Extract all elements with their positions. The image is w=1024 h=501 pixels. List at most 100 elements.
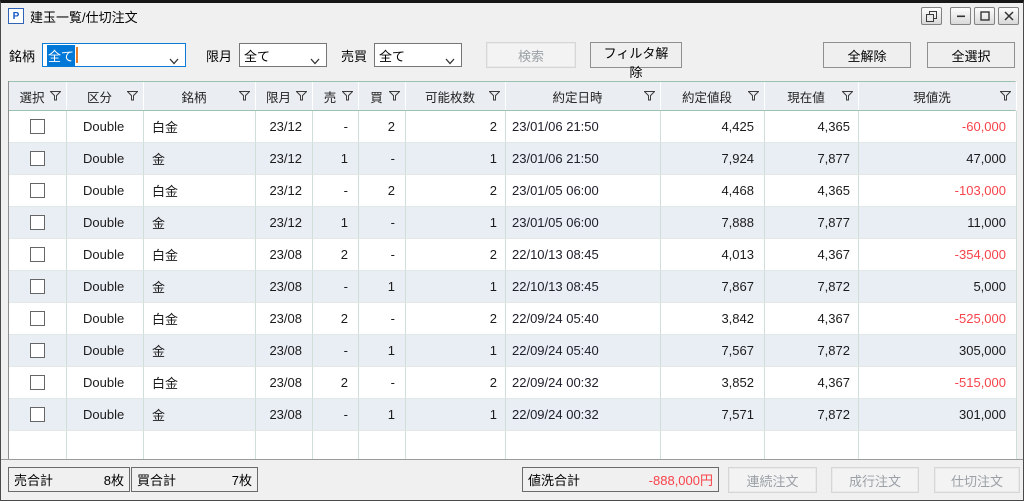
cell-buy: - [359, 239, 406, 271]
text-caret [76, 47, 79, 63]
filter-icon [489, 91, 500, 101]
table-row[interactable]: Double 白金 23/12-2 2 23/01/05 06:00 4,468 4,365… [9, 175, 1017, 207]
row-checkbox[interactable] [30, 311, 45, 326]
table-row[interactable]: Double 白金 23/08 2-2 22/09/24 05:40 3,842 4,367… [9, 303, 1017, 335]
table-row[interactable]: Double 金 23/12 1-1 23/01/05 06:00 7,888 7,877 1… [9, 207, 1017, 239]
column-header-sell[interactable]: 売 [313, 82, 359, 110]
column-header-kubun[interactable]: 区分 [67, 82, 144, 110]
cell-current: 4,365 [765, 175, 859, 207]
buy-total-value: 7枚 [231, 473, 252, 488]
search-button[interactable]: 検索 [486, 42, 577, 68]
duplicate-window-icon[interactable] [921, 7, 942, 25]
window-buttons [921, 7, 1019, 25]
cell-current: 4,365 [765, 111, 859, 143]
side-select[interactable]: 全て [374, 43, 463, 67]
column-header-pl[interactable]: 現値洗 [859, 82, 1017, 110]
cell-meigara: 金 [144, 207, 256, 239]
cell-sell: 1 [313, 207, 359, 239]
minimize-icon[interactable] [950, 7, 971, 25]
cell-sell: 2 [313, 303, 359, 335]
buy-total-box: 買合計 7枚 [131, 467, 258, 492]
row-checkbox[interactable] [30, 343, 45, 358]
month-select[interactable]: 全て [239, 43, 328, 67]
cell-sell: 2 [313, 367, 359, 399]
cell-qty: 2 [406, 111, 506, 143]
cell-price: 7,567 [661, 335, 765, 367]
row-checkbox[interactable] [30, 183, 45, 198]
sell-total-value: 8枚 [103, 473, 124, 488]
column-header-datetime[interactable]: 約定日時 [506, 82, 661, 110]
column-header-qty[interactable]: 可能枚数 [406, 82, 506, 110]
close-order-button[interactable]: 仕切注文 [934, 467, 1020, 493]
cell-qty: 2 [406, 367, 506, 399]
cell-select [9, 271, 67, 303]
deselect-all-button[interactable]: 全解除 [823, 42, 911, 68]
cell-kubun: Double [67, 367, 144, 399]
cell-qty: 1 [406, 399, 506, 431]
cell-buy: - [359, 303, 406, 335]
column-header-price[interactable]: 約定値段 [661, 82, 765, 110]
table-row[interactable]: Double 白金 23/08 2-2 22/10/13 08:45 4,013 4,367… [9, 239, 1017, 271]
table-row[interactable]: Double 金 23/08-1 1 22/09/24 05:40 7,567 7,872 3… [9, 335, 1017, 367]
column-header-label: 現値洗 [913, 90, 951, 105]
cell-gengetsu: 23/08 [256, 399, 313, 431]
cell-pl: 47,000 [859, 143, 1017, 175]
column-header-meigara[interactable]: 銘柄 [144, 82, 256, 110]
row-checkbox[interactable] [30, 215, 45, 230]
market-order-button[interactable]: 成行注文 [831, 467, 919, 493]
column-header-select[interactable]: 選択 [9, 82, 67, 110]
cell-buy: 1 [359, 271, 406, 303]
maximize-icon[interactable] [974, 7, 995, 25]
footer: 売合計 8枚 買合計 7枚 値洗合計 -888,000円 連続注文 成行注文 仕… [1, 459, 1023, 500]
cell-pl: -525,000 [859, 303, 1017, 335]
cell-kubun: Double [67, 399, 144, 431]
filter-icon [239, 91, 250, 101]
symbol-label: 銘柄 [9, 48, 36, 64]
cell-meigara: 金 [144, 143, 256, 175]
table-row[interactable]: Double 白金 23/12-2 2 23/01/06 21:50 4,425 4,365… [9, 111, 1017, 143]
cell-pl: -103,000 [859, 175, 1017, 207]
cell-pl: 305,000 [859, 335, 1017, 367]
select-all-button[interactable]: 全選択 [927, 42, 1015, 68]
cell-pl: 11,000 [859, 207, 1017, 239]
row-checkbox[interactable] [30, 119, 45, 134]
cell-buy: 2 [359, 111, 406, 143]
filter-icon [1000, 91, 1011, 101]
cell-buy: 2 [359, 175, 406, 207]
table-row[interactable]: Double 金 23/08-1 1 22/10/13 08:45 7,867 7,872 5… [9, 271, 1017, 303]
table-body: Double 白金 23/12-2 2 23/01/06 21:50 4,425 4,365… [9, 111, 1017, 463]
cell-pl: 5,000 [859, 271, 1017, 303]
column-header-gengetsu[interactable]: 限月 [256, 82, 313, 110]
table-row[interactable]: Double 白金 23/08 2-2 22/09/24 00:32 3,852 4,367… [9, 367, 1017, 399]
column-header-buy[interactable]: 買 [359, 82, 406, 110]
row-checkbox[interactable] [30, 375, 45, 390]
filter-clear-button[interactable]: フィルタ解除 [590, 42, 683, 80]
column-header-current[interactable]: 現在値 [765, 82, 859, 110]
cell-current: 4,367 [765, 239, 859, 271]
table-row[interactable]: Double 金 23/08-1 1 22/09/24 00:32 7,571 7,872 3… [9, 399, 1017, 431]
cell-gengetsu: 23/12 [256, 143, 313, 175]
cell-qty: 2 [406, 175, 506, 207]
row-checkbox[interactable] [30, 151, 45, 166]
toolbar: 銘柄 全て 限月 全て 売買 全て 検索 フィルタ解除 全解除 全選択 [1, 29, 1023, 81]
cell-price: 4,425 [661, 111, 765, 143]
table-row[interactable]: Double 金 23/12 1-1 23/01/06 21:50 7,924 7,877 4… [9, 143, 1017, 175]
cell-sell: - [313, 111, 359, 143]
cell-meigara: 金 [144, 335, 256, 367]
row-checkbox[interactable] [30, 407, 45, 422]
cell-gengetsu: 23/12 [256, 111, 313, 143]
symbol-select[interactable]: 全て [42, 43, 187, 67]
cell-buy: - [359, 207, 406, 239]
cell-select [9, 239, 67, 271]
close-icon[interactable] [998, 7, 1019, 25]
row-checkbox[interactable] [30, 279, 45, 294]
cell-current: 7,872 [765, 271, 859, 303]
app-icon: P [8, 8, 24, 24]
column-header-label: 売 [323, 90, 337, 105]
cell-price: 7,888 [661, 207, 765, 239]
cell-buy: - [359, 143, 406, 175]
continuous-order-button[interactable]: 連続注文 [728, 467, 817, 493]
cell-meigara: 白金 [144, 239, 256, 271]
cell-kubun: Double [67, 335, 144, 367]
row-checkbox[interactable] [30, 247, 45, 262]
